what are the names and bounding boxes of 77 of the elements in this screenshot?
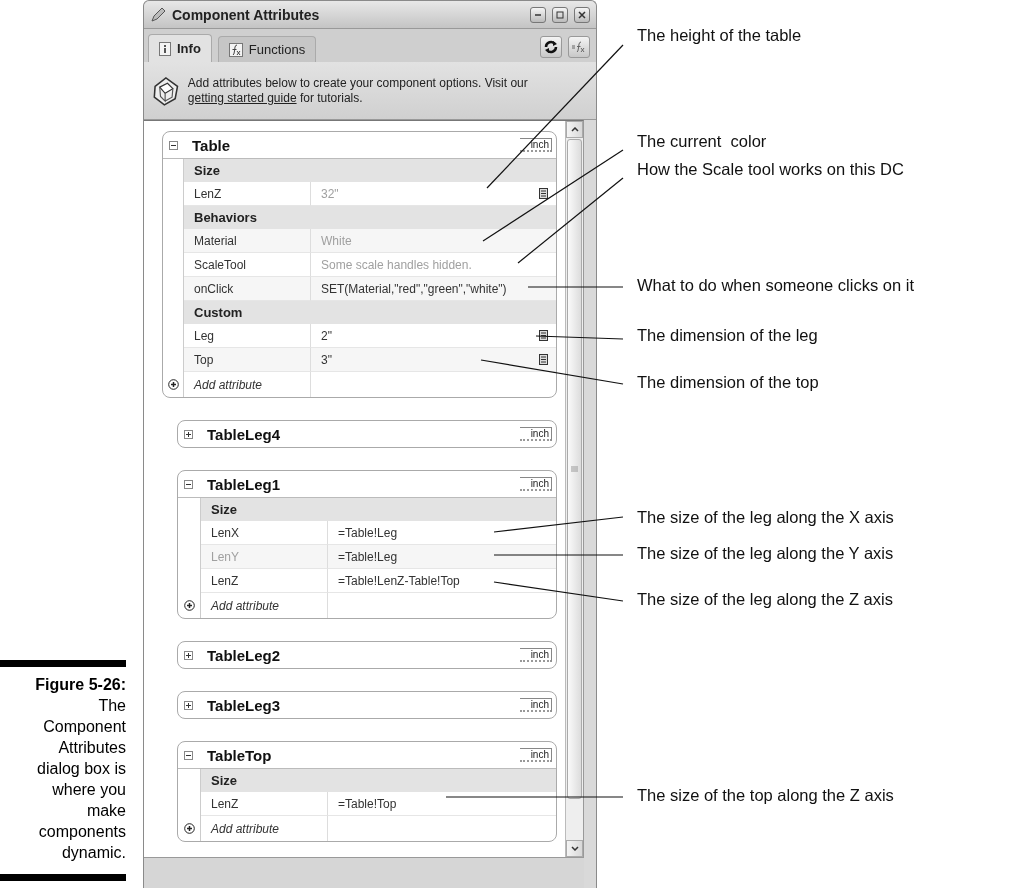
callout-text: The height of the table [637, 26, 802, 45]
section-heading: Custom [184, 301, 556, 324]
group-title: Table [192, 136, 232, 154]
callout-text: What to do when someone clicks on it [637, 276, 914, 295]
group-title: TableLeg3 [207, 696, 282, 714]
attribute-name[interactable]: Material [184, 229, 311, 253]
collapse-icon[interactable] [184, 750, 193, 760]
expand-icon[interactable] [184, 429, 193, 439]
callout-text: The size of the top along the Z axis [637, 786, 894, 805]
tab[interactable]: Info [148, 34, 212, 62]
add-icon[interactable] [183, 823, 195, 834]
pencil-icon [150, 6, 166, 23]
callout-text: The size of the leg along the X axis [637, 508, 894, 527]
callout-text: The size of the leg along the Y axis [637, 544, 894, 563]
add-attribute[interactable]: Add attribute [201, 593, 328, 618]
calculator-icon[interactable] [539, 354, 548, 365]
attribute-name[interactable]: ScaleTool [184, 253, 311, 277]
unit-button[interactable]: inch [520, 427, 552, 441]
tab[interactable]: Functions [217, 36, 317, 62]
attribute-name[interactable]: onClick [184, 277, 311, 301]
attribute-value[interactable]: SET(Material,"red","green","white") [311, 277, 556, 301]
attribute-name[interactable]: Leg [184, 324, 311, 348]
attribute-value[interactable]: 3" [311, 348, 556, 372]
attribute-name[interactable]: LenZ [184, 182, 311, 206]
unit-button[interactable]: inch [520, 138, 552, 152]
info-text: Add attributes below to create your component options. Visit our getting started guide for tutorials. [187, 75, 529, 106]
window-title: Component Attributes [172, 6, 321, 23]
expand-icon[interactable] [184, 650, 193, 660]
unit-button[interactable]: inch [520, 648, 552, 662]
unit-button[interactable]: inch [520, 698, 552, 712]
callout-text: The size of the leg along the Z axis [637, 590, 893, 609]
callout-text: The dimension of the top [637, 373, 819, 392]
section-heading: Size [201, 498, 556, 521]
expand-icon[interactable] [184, 700, 193, 710]
close-icon [578, 10, 586, 19]
add-icon[interactable] [167, 379, 179, 390]
add-attribute[interactable]: Add attribute [201, 816, 328, 841]
section-heading: Size [201, 769, 556, 792]
callout-text: The current color [637, 132, 767, 151]
attribute-name[interactable]: Top [184, 348, 311, 372]
scroll-up-icon[interactable] [566, 121, 583, 138]
add-attribute[interactable]: Add attribute [184, 372, 311, 397]
formula-button[interactable] [568, 36, 590, 58]
attribute-name[interactable]: LenX [201, 521, 328, 545]
attribute-name[interactable]: LenZ [201, 792, 328, 816]
refresh-icon [543, 39, 559, 55]
maximize-button[interactable] [552, 6, 568, 23]
function-icon [228, 42, 243, 57]
refresh-button[interactable] [540, 36, 562, 58]
close-button[interactable] [574, 6, 590, 23]
calculator-icon[interactable] [539, 188, 548, 199]
section-heading: Behaviors [184, 206, 556, 229]
callout-text: The dimension of the leg [637, 326, 818, 345]
attribute-value[interactable]: =Table!Leg [328, 545, 556, 569]
group-title: TableLeg1 [207, 475, 282, 493]
minimize-button[interactable] [530, 6, 546, 23]
collapse-icon[interactable] [184, 479, 193, 489]
group-title: TableTop [207, 746, 273, 764]
group-title: TableLeg4 [207, 425, 282, 443]
add-icon[interactable] [183, 600, 195, 611]
section-heading: Size [184, 159, 556, 182]
scrollbar[interactable] [565, 121, 583, 857]
scroll-down-icon[interactable] [566, 840, 583, 857]
guide-link[interactable]: getting started guide [187, 90, 297, 105]
maximize-icon [556, 10, 564, 19]
function-icon [571, 40, 587, 54]
figure-label: Figure 5-26: [34, 675, 126, 695]
group-title: TableLeg2 [207, 646, 282, 664]
callout-text: How the Scale tool works on this DC [637, 160, 904, 179]
attribute-name[interactable]: LenZ [201, 569, 328, 593]
collapse-icon[interactable] [169, 140, 178, 150]
calculator-icon[interactable] [539, 330, 548, 341]
unit-button[interactable]: inch [520, 477, 552, 491]
unit-button[interactable]: inch [520, 748, 552, 762]
figure-caption: The Component Attributes dialog box is where you make components dynamic. [36, 696, 126, 863]
scroll-thumb[interactable] [567, 139, 582, 799]
info-icon [159, 41, 171, 56]
